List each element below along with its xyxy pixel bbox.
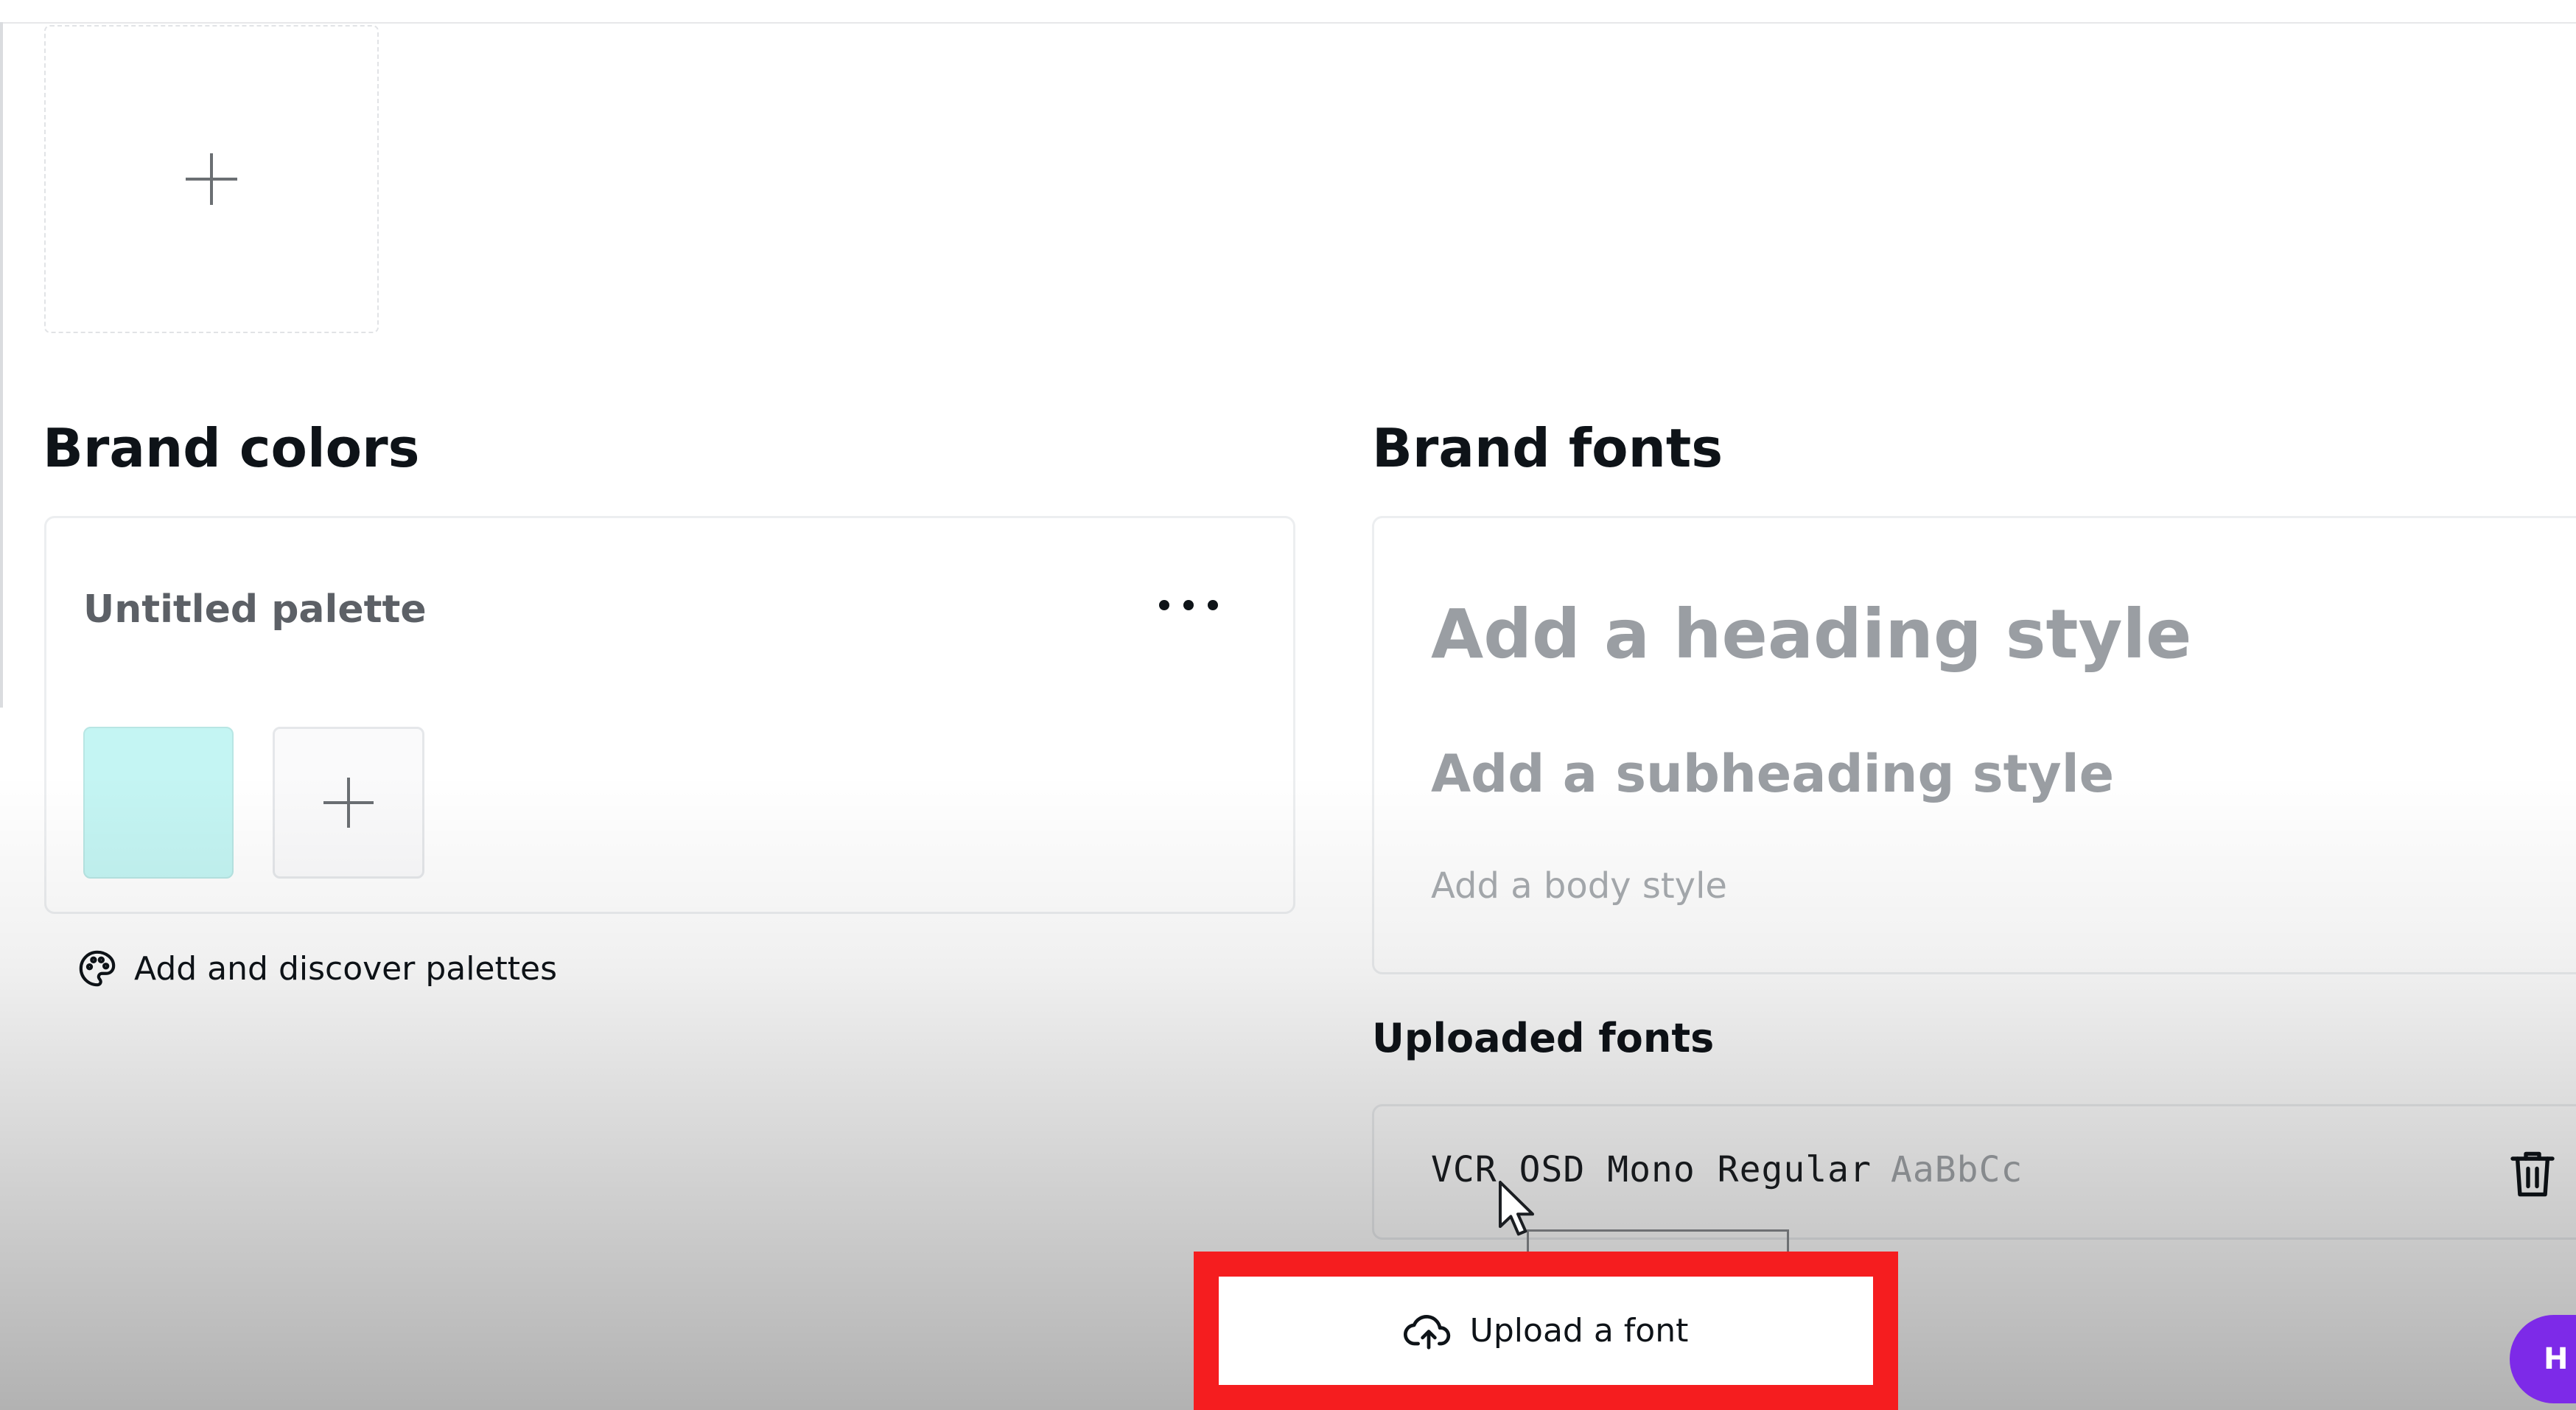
discover-palettes-label: Add and discover palettes	[134, 949, 557, 988]
add-color-button[interactable]	[273, 727, 424, 879]
plus-icon	[323, 778, 374, 828]
highlight-annotation-box	[1194, 1252, 1898, 1410]
more-dot-icon	[1159, 600, 1169, 610]
top-divider	[0, 22, 2576, 24]
left-panel-edge	[0, 22, 3, 708]
trash-icon	[2510, 1151, 2555, 1197]
brand-fonts-title: Brand fonts	[1372, 417, 1723, 479]
add-body-style[interactable]: Add a body style	[1431, 868, 1727, 904]
brand-kit-page: Brand colors Untitled palette Add and di…	[0, 0, 2576, 1410]
font-styles-card: Add a heading style Add a subheading sty…	[1372, 516, 2576, 974]
uploaded-fonts-title: Uploaded fonts	[1372, 1015, 1715, 1061]
plus-icon	[186, 153, 237, 205]
more-dot-icon	[1183, 600, 1194, 610]
delete-font-button[interactable]	[2506, 1145, 2559, 1204]
add-logo-tile[interactable]	[44, 25, 379, 333]
help-button[interactable]: H	[2510, 1315, 2576, 1403]
help-button-label: H	[2544, 1342, 2569, 1376]
palette-more-options-button[interactable]	[1159, 592, 1218, 618]
uploaded-font-row[interactable]: VCR OSD Mono Regular AaBbCc	[1372, 1104, 2576, 1240]
add-subheading-style[interactable]: Add a subheading style	[1431, 748, 2114, 800]
more-dot-icon	[1208, 600, 1218, 610]
color-swatch[interactable]	[83, 727, 234, 879]
font-sample-text: AaBbCc	[1890, 1149, 2023, 1190]
palette-card: Untitled palette	[44, 516, 1295, 914]
mouse-cursor-icon	[1499, 1181, 1534, 1236]
brand-colors-title: Brand colors	[43, 417, 420, 479]
add-discover-palettes-link[interactable]: Add and discover palettes	[77, 946, 557, 991]
palette-name[interactable]: Untitled palette	[83, 590, 427, 629]
palette-icon	[79, 950, 116, 987]
add-heading-style[interactable]: Add a heading style	[1431, 601, 2191, 669]
